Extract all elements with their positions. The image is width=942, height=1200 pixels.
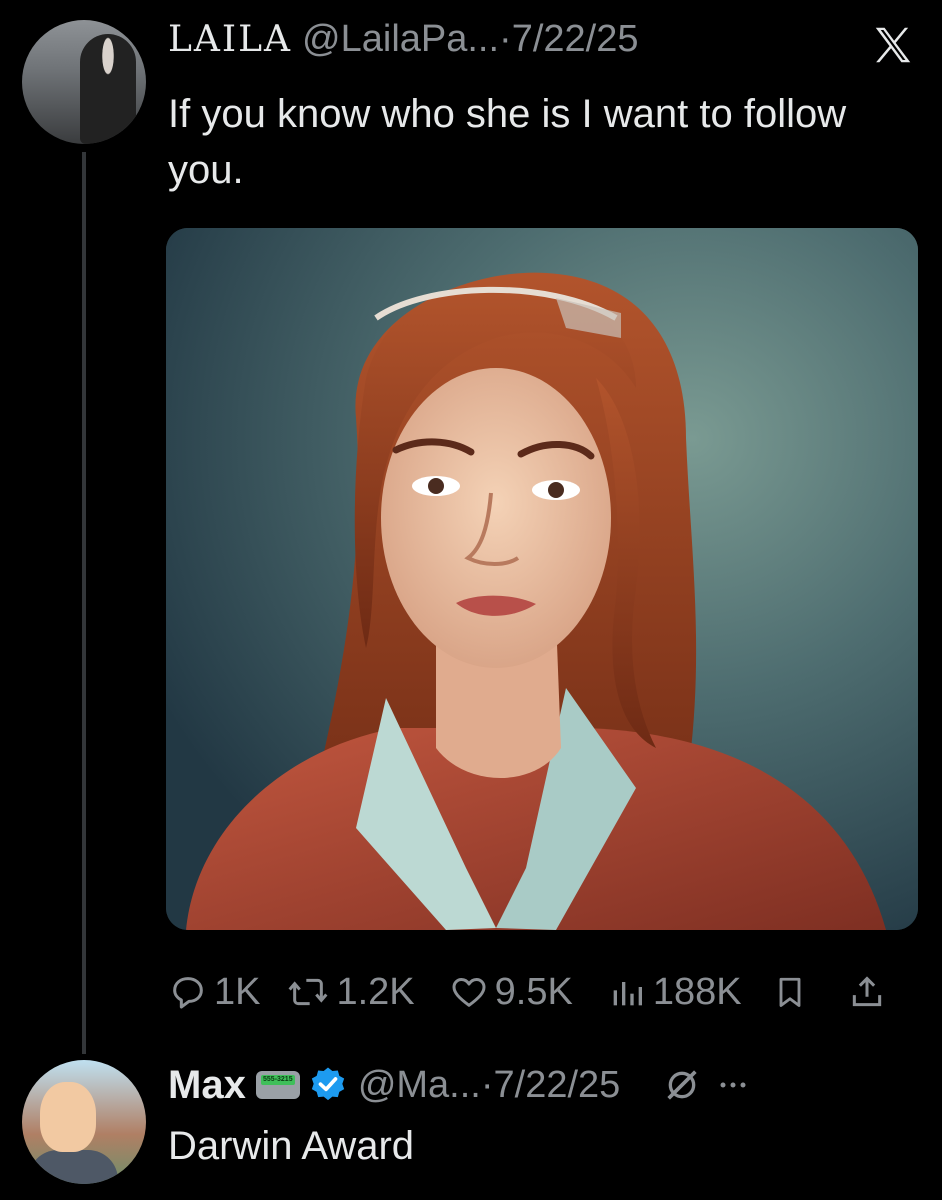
reply-count: 1K (214, 970, 261, 1013)
repost-button[interactable]: 1.2K (286, 970, 415, 1014)
like-button[interactable]: 9.5K (449, 971, 573, 1014)
pager-emoji-icon: 555-3215 (255, 1071, 300, 1099)
reply-author-avatar[interactable] (22, 1060, 146, 1184)
reply-author-name[interactable]: Max (168, 1063, 246, 1108)
reply-header: Max 555-3215 @Ma...·7/22/25 (168, 1060, 748, 1110)
tweet-media-image[interactable] (166, 228, 918, 930)
bookmark-button[interactable] (772, 972, 814, 1012)
portrait-illustration (166, 228, 918, 930)
views-button[interactable]: 188K (607, 971, 742, 1014)
share-button[interactable] (848, 972, 892, 1012)
more-options-icon[interactable] (718, 1065, 748, 1105)
verified-badge-icon[interactable] (308, 1065, 348, 1105)
like-count: 9.5K (494, 970, 573, 1013)
tweet-action-bar: 1K 1.2K 9.5K 188K (168, 966, 928, 1018)
tweet-text: If you know who she is I want to follow … (168, 92, 847, 192)
thread-connector-line (82, 152, 86, 1054)
pager-screen: 555-3215 (260, 1075, 295, 1085)
avatar-suit (28, 1150, 118, 1184)
tweet-header: LAILA @LailaPa...·7/22/25 (168, 18, 638, 61)
reply-handle-date[interactable]: @Ma...·7/22/25 (358, 1064, 620, 1107)
reply-text: Darwin Award (168, 1124, 415, 1168)
bookmark-icon (779, 977, 801, 1007)
views-count: 188K (652, 970, 742, 1013)
heart-icon (452, 978, 486, 1007)
author-handle-date[interactable]: @LailaPa...·7/22/25 (302, 18, 638, 61)
author-avatar[interactable] (22, 20, 146, 144)
author-name[interactable]: LAILA (168, 19, 292, 60)
repost-icon (289, 978, 328, 1006)
grok-icon[interactable] (662, 1065, 702, 1105)
views-chart-icon (613, 982, 642, 1006)
x-logo-icon[interactable] (870, 22, 916, 68)
reply-icon (173, 977, 203, 1009)
share-icon (852, 976, 881, 1007)
reply-button[interactable]: 1K (168, 971, 260, 1014)
repost-count: 1.2K (336, 970, 415, 1013)
avatar-figure (80, 34, 136, 144)
avatar-face (40, 1082, 96, 1152)
